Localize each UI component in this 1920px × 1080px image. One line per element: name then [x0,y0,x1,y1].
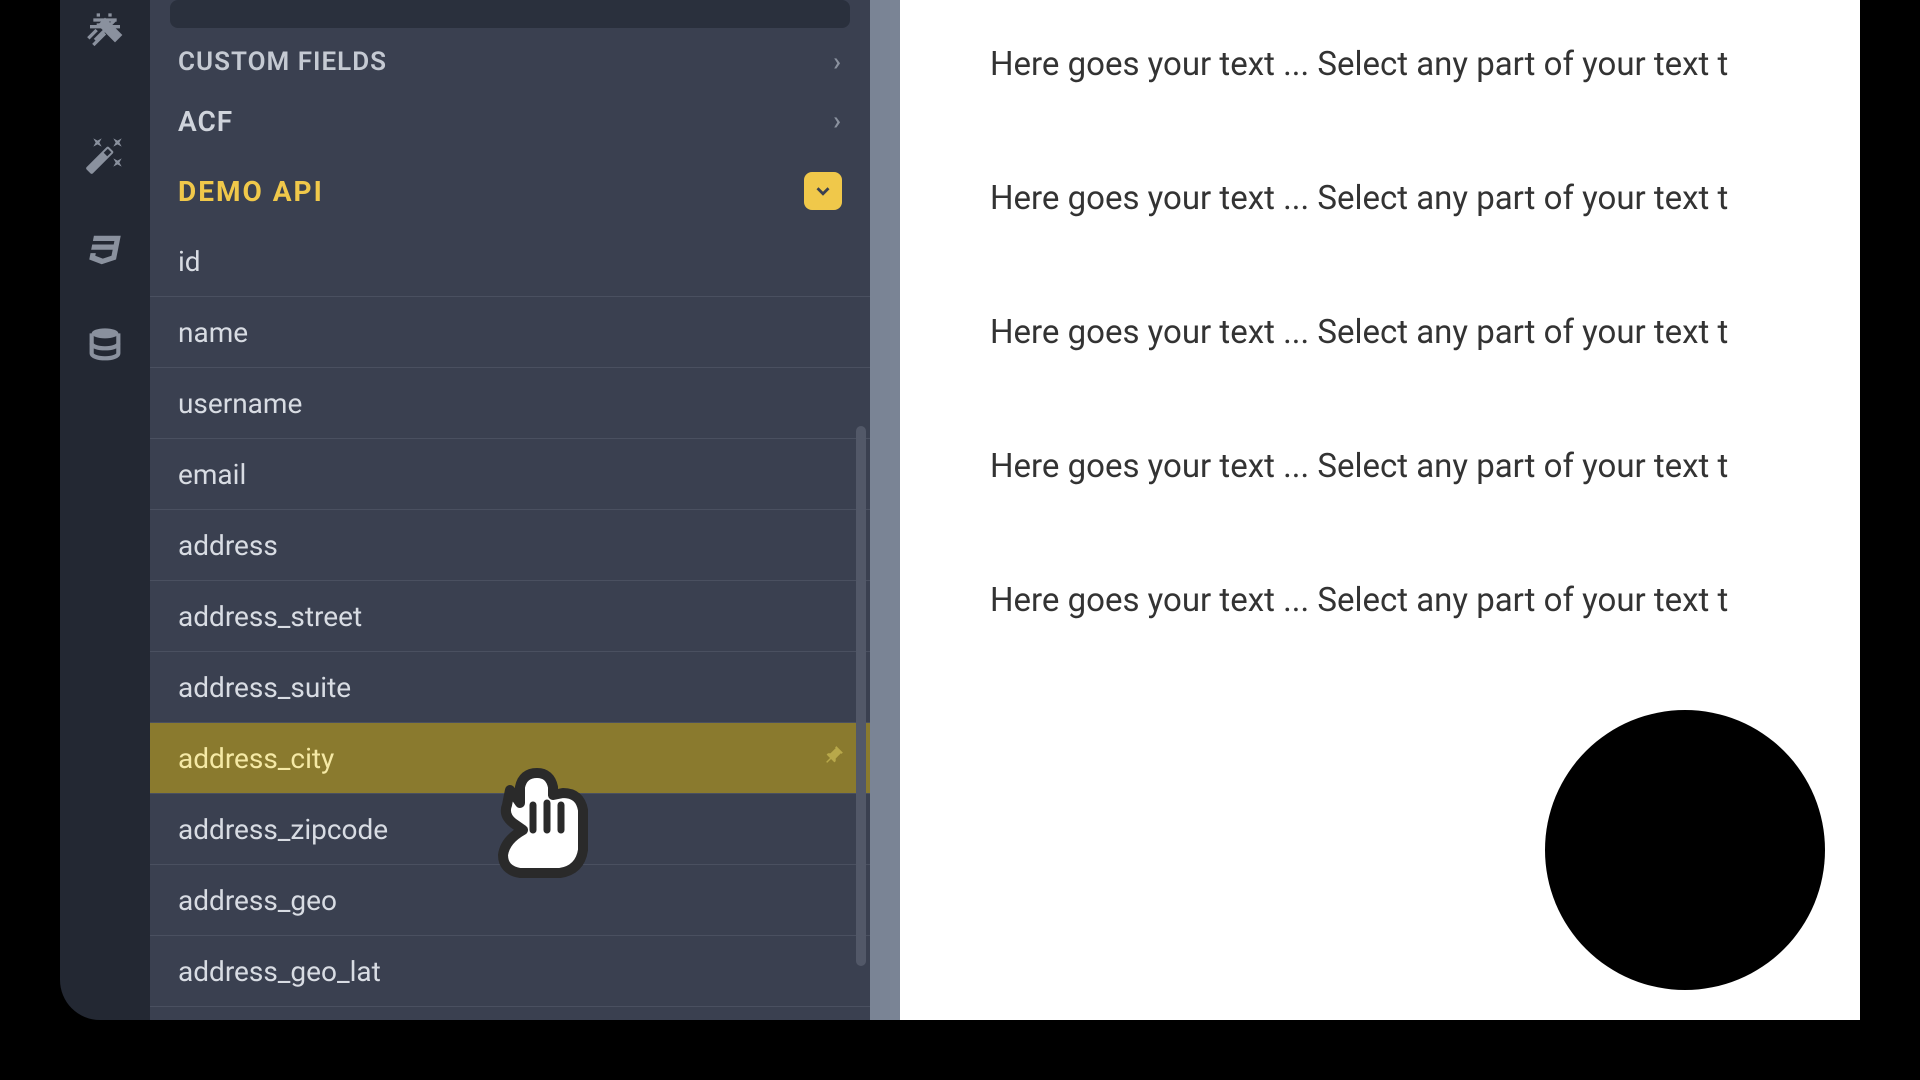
field-item-username[interactable]: username [150,368,870,439]
avatar-circle [1545,710,1825,990]
chevron-right-icon: › [833,106,842,136]
search-area [150,0,870,38]
search-input[interactable] [170,0,850,28]
field-label: address_geo [178,884,337,917]
field-label: address_city [178,742,334,775]
field-item-address[interactable]: address [150,510,870,581]
preview-area: Here goes your text ... Select any part … [870,0,1860,1020]
field-list: id name username email address address_s… [150,226,870,1020]
field-label: id [178,245,201,278]
preview-text-line[interactable]: Here goes your text ... Select any part … [990,313,1860,352]
field-item-address-suite[interactable]: address_suite [150,652,870,723]
pin-icon[interactable] [813,740,848,775]
database-icon[interactable] [85,325,125,365]
preview-text-line[interactable]: Here goes your text ... Select any part … [990,45,1860,84]
section-acf[interactable]: ACF › [150,86,870,156]
section-label: ACF [178,105,233,138]
field-label: address_zipcode [178,813,388,846]
section-label: CUSTOM FIELDS [178,47,387,77]
field-item-name[interactable]: name [150,297,870,368]
section-demo-api[interactable]: DEMO API [150,156,870,226]
scrollbar[interactable] [856,426,866,966]
preview-text-line[interactable]: Here goes your text ... Select any part … [990,179,1860,218]
field-label: email [178,458,246,491]
field-label: address_suite [178,671,351,704]
field-item-address-street[interactable]: address_street [150,581,870,652]
collapse-button[interactable] [804,172,842,210]
field-item-address-geo-lat[interactable]: address_geo_lat [150,936,870,1007]
field-label: address_geo_lat [178,955,381,988]
section-label: DEMO API [178,175,324,208]
wand-icon[interactable] [85,10,125,50]
field-item-address-geo[interactable]: address_geo [150,865,870,936]
field-label: name [178,316,248,349]
field-label: address [178,529,278,562]
field-item-email[interactable]: email [150,439,870,510]
field-item-address-zipcode[interactable]: address_zipcode [150,794,870,865]
fields-panel: CUSTOM FIELDS › ACF › DEMO API id name [150,0,870,1020]
chevron-right-icon: › [833,47,842,77]
css-icon[interactable] [85,230,125,270]
icon-sidebar [60,0,150,1020]
field-item-id[interactable]: id [150,226,870,297]
preview-text-line[interactable]: Here goes your text ... Select any part … [990,447,1860,486]
field-item-address-city[interactable]: address_city [150,723,870,794]
preview-text-line[interactable]: Here goes your text ... Select any part … [990,581,1860,620]
magic-icon[interactable] [85,135,125,175]
field-label: username [178,387,302,420]
app-window: CUSTOM FIELDS › ACF › DEMO API id name [60,0,1860,1020]
section-custom-fields[interactable]: CUSTOM FIELDS › [150,38,870,86]
field-label: address_street [178,600,362,633]
